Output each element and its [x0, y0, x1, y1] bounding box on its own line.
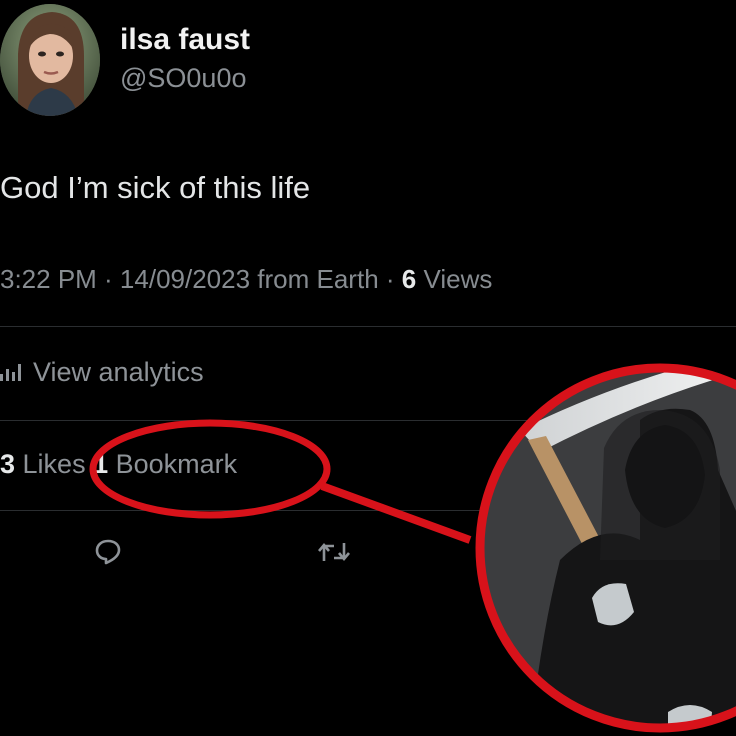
views-label: Views — [416, 264, 493, 294]
analytics-label: View analytics — [33, 357, 204, 387]
divider — [0, 510, 736, 511]
highlight-circle — [475, 363, 736, 733]
tweet-text: God I’m sick of this life — [0, 170, 311, 205]
reply-icon — [95, 539, 121, 565]
views-count: 6 — [401, 264, 417, 294]
user-handle[interactable]: @SO0u0o — [120, 62, 246, 94]
retweet-button[interactable] — [314, 532, 354, 572]
bookmarks-stat[interactable]: 1 Bookmark — [93, 449, 237, 479]
reply-button[interactable] — [88, 532, 128, 572]
divider — [0, 326, 736, 327]
engagement-stats: 3 Likes 1 Bookmark — [0, 446, 237, 482]
bookmarks-label: Bookmark — [108, 449, 238, 479]
display-name[interactable]: ilsa faust — [120, 22, 250, 58]
likes-stat[interactable]: 3 Likes — [0, 449, 93, 479]
view-analytics-link[interactable]: View analytics — [0, 354, 204, 390]
likes-label: Likes — [15, 449, 94, 479]
avatar-photo — [0, 4, 100, 116]
tweet-meta: 3:22 PM · 14/09/2023 from Earth · 6 View… — [0, 262, 492, 296]
likes-count: 3 — [0, 449, 16, 479]
avatar[interactable] — [0, 4, 100, 116]
retweet-icon — [318, 542, 350, 562]
bar-chart-icon — [0, 363, 21, 381]
divider — [0, 420, 736, 421]
bookmarks-count: 1 — [93, 449, 109, 479]
grim-reaper-image — [480, 368, 736, 728]
tweet-timestamp[interactable]: 3:22 PM · 14/09/2023 from Earth · — [0, 264, 402, 294]
